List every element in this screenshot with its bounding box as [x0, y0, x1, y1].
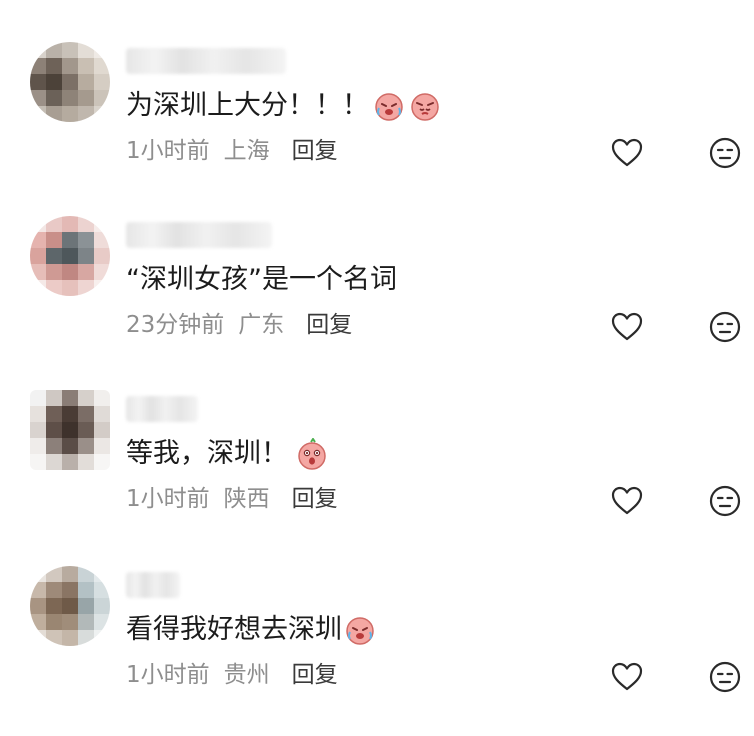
reply-button[interactable]: 回复: [292, 486, 338, 512]
comment-location: 广东: [238, 312, 285, 338]
comment-time: 1小时前: [126, 486, 210, 512]
comment-location: 上海: [223, 138, 270, 164]
crying-laugh-sticker: [375, 93, 403, 121]
heart-outline-icon[interactable]: [610, 136, 644, 170]
avatar[interactable]: [30, 216, 110, 296]
reply-button[interactable]: 回复: [292, 138, 338, 164]
comment-meta: 1小时前 陕西 回复: [126, 484, 338, 514]
comment-text-content: 看得我好想去深圳: [126, 614, 342, 645]
comment-time: 1小时前: [126, 662, 210, 688]
comment-text: 为深圳上大分！！！: [126, 88, 441, 124]
comment-text-content: “深圳女孩”是一个名词: [126, 264, 397, 295]
crying-laugh-sticker: [346, 617, 374, 645]
comment-location: 陕西: [223, 486, 270, 512]
comment-item: 等我，深圳！ 1小时前 陕西 回复: [0, 390, 754, 560]
neutral-face-icon[interactable]: [708, 310, 742, 344]
comment-item: 为深圳上大分！！！ 1小时前 上海 回复: [0, 42, 754, 212]
comment-item: 看得我好想去深圳 1小时前 贵州 回复: [0, 566, 754, 736]
comment-text-content: 为深圳上大分！！！: [126, 90, 369, 121]
avatar[interactable]: [30, 566, 110, 646]
comment-text: 等我，深圳！: [126, 436, 328, 472]
comment-meta: 23分钟前 广东 回复: [126, 310, 352, 340]
heart-outline-icon[interactable]: [610, 310, 644, 344]
username-redacted[interactable]: [126, 396, 198, 422]
heart-outline-icon[interactable]: [610, 660, 644, 694]
comment-text: 看得我好想去深圳: [126, 612, 376, 648]
comment-location: 贵州: [223, 662, 270, 688]
heart-outline-icon[interactable]: [610, 484, 644, 518]
avatar[interactable]: [30, 42, 110, 122]
pleading-sticker: [411, 93, 439, 121]
comment-text-content: 等我，深圳！: [126, 438, 288, 469]
avatar[interactable]: [30, 390, 110, 470]
shocked-sticker: [298, 438, 326, 470]
username-redacted[interactable]: [126, 572, 180, 598]
comment-meta: 1小时前 贵州 回复: [126, 660, 338, 690]
comment-item: “深圳女孩”是一个名词 23分钟前 广东 回复: [0, 216, 754, 386]
username-redacted[interactable]: [126, 222, 272, 248]
neutral-face-icon[interactable]: [708, 660, 742, 694]
neutral-face-icon[interactable]: [708, 484, 742, 518]
comment-meta: 1小时前 上海 回复: [126, 136, 338, 166]
neutral-face-icon[interactable]: [708, 136, 742, 170]
comment-text: “深圳女孩”是一个名词: [126, 262, 397, 298]
reply-button[interactable]: 回复: [306, 312, 352, 338]
reply-button[interactable]: 回复: [292, 662, 338, 688]
comment-time: 23分钟前: [126, 312, 225, 338]
comment-time: 1小时前: [126, 138, 210, 164]
username-redacted[interactable]: [126, 48, 286, 74]
